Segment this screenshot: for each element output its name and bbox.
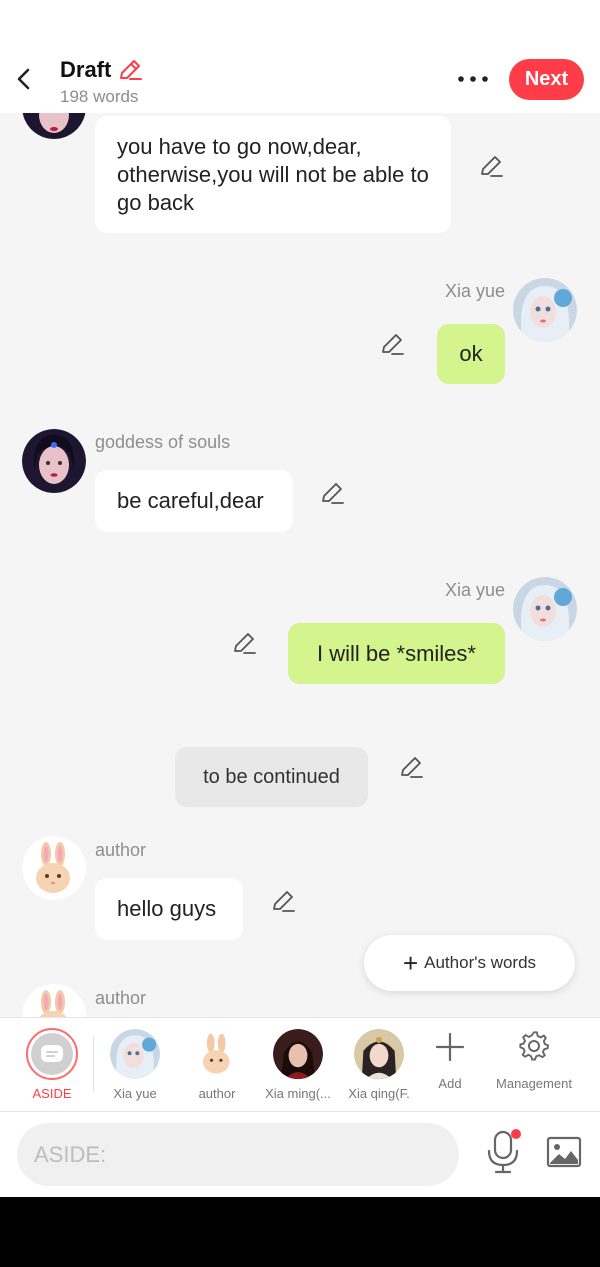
- speaker-name: goddess of souls: [95, 432, 231, 452]
- speaker-name: author: [95, 988, 147, 1008]
- more-icon[interactable]: [456, 66, 490, 92]
- title-row: Draft: [60, 55, 143, 85]
- authors-words-button[interactable]: + Author's words: [364, 935, 575, 991]
- pencil-icon[interactable]: [231, 630, 257, 656]
- pencil-icon[interactable]: [379, 331, 405, 357]
- role-author[interactable]: author: [180, 1018, 254, 1113]
- avatar: [192, 1029, 242, 1079]
- divider: [93, 1036, 94, 1092]
- notification-dot: [511, 1129, 521, 1139]
- message-bubble[interactable]: you have to go now,dear, otherwise,you w…: [95, 116, 451, 233]
- role-label: Xia ming(...: [265, 1086, 331, 1101]
- pencil-icon[interactable]: [478, 153, 504, 179]
- role-label: author: [198, 1086, 236, 1101]
- gear-icon: [519, 1031, 550, 1061]
- role-xia-yue[interactable]: Xia yue: [98, 1018, 172, 1113]
- next-button[interactable]: Next: [509, 59, 584, 100]
- avatar: [354, 1029, 404, 1079]
- role-label: ASIDE: [32, 1086, 72, 1101]
- screen: Draft 198 words Next you have to go now,…: [0, 0, 600, 1197]
- plus-icon: +: [402, 948, 419, 978]
- aside-bubble[interactable]: to be continued: [175, 747, 368, 807]
- pencil-icon[interactable]: [270, 888, 296, 914]
- role-label: Xia yue: [113, 1086, 157, 1101]
- role-aside[interactable]: ASIDE: [12, 1018, 92, 1113]
- speaker-name: author: [95, 840, 147, 860]
- word-count: 198 words: [60, 87, 139, 106]
- role-add[interactable]: Add: [420, 1018, 480, 1113]
- speaker-name: Xia yue: [444, 580, 505, 600]
- role-xia-qing[interactable]: Xia qing(F.: [340, 1018, 418, 1113]
- role-management[interactable]: Management: [490, 1018, 578, 1113]
- input-bar: ASIDE:: [0, 1112, 600, 1197]
- avatar[interactable]: [22, 836, 86, 900]
- back-arrow-icon[interactable]: [10, 62, 40, 96]
- image-icon[interactable]: [546, 1136, 582, 1168]
- speaker-name: Xia yue: [444, 281, 505, 301]
- avatar[interactable]: [22, 429, 86, 493]
- plus-icon: [435, 1032, 465, 1062]
- avatar: [273, 1029, 323, 1079]
- aside-avatar: [26, 1028, 78, 1080]
- message-bubble[interactable]: be careful,dear: [95, 470, 293, 532]
- role-label: Add: [438, 1076, 462, 1091]
- avatar[interactable]: [513, 577, 577, 641]
- role-label: Xia qing(F.: [348, 1086, 410, 1101]
- role-label: Management: [496, 1076, 572, 1091]
- pencil-icon[interactable]: [117, 57, 143, 83]
- header-bar: Draft 198 words Next: [0, 0, 600, 113]
- message-input[interactable]: ASIDE:: [17, 1123, 459, 1186]
- pencil-icon[interactable]: [398, 754, 424, 780]
- avatar: [110, 1029, 160, 1079]
- role-xia-ming[interactable]: Xia ming(...: [260, 1018, 336, 1113]
- aside-icon: [41, 1045, 63, 1062]
- message-bubble[interactable]: I will be *smiles*: [288, 623, 505, 684]
- message-bubble[interactable]: ok: [437, 324, 505, 384]
- authors-words-label: Author's words: [424, 953, 537, 972]
- message-bubble[interactable]: hello guys: [95, 878, 243, 940]
- role-selector: ASIDE Xia yue author Xia ming(... Xia qi…: [0, 1017, 600, 1112]
- avatar[interactable]: [513, 278, 577, 342]
- page-title: Draft: [60, 57, 112, 82]
- pencil-icon[interactable]: [319, 480, 345, 506]
